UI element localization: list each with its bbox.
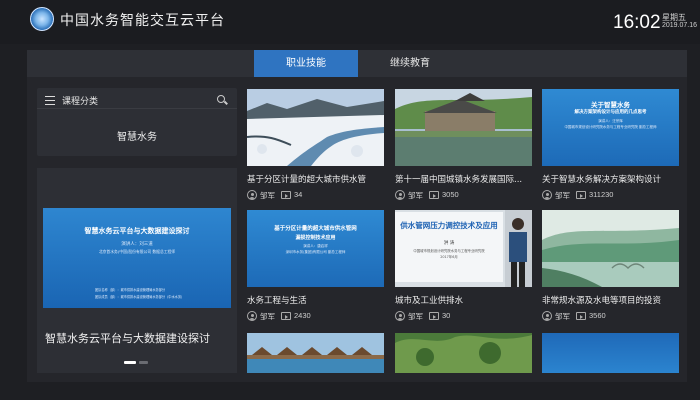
course-category-box: 课程分类 智慧水务 [37, 88, 237, 156]
course-title: 第十一届中国城镇水务发展国际... [395, 175, 523, 185]
slide-org: 中国城市规划设计研究院水务与工程专业研究院 副总工程师 [564, 125, 657, 129]
user-icon [247, 190, 257, 200]
view-count: 3560 [589, 311, 606, 320]
featured-slide-presenter: 演讲人：刘三道 [121, 242, 153, 247]
course-meta: 邹军 3050 [395, 190, 532, 202]
slide-subtitle: 漏损控制技术应用 [295, 235, 336, 241]
main-panel: 职业技能 继续教育 课程分类 智慧水务 智慧水务云平台与大数据建设探讨 演讲人：… [27, 50, 687, 382]
view-count: 3050 [442, 190, 459, 199]
clock-time: 16:02 [613, 12, 661, 33]
course-card[interactable] [542, 333, 679, 373]
course-meta: 邹军 2430 [247, 311, 384, 323]
carousel-dot-active[interactable] [124, 361, 136, 364]
course-title: 水务工程与生活 [247, 296, 307, 306]
slide-year: 2017年6月 [440, 255, 458, 259]
slide-title: 关于智慧水务 [591, 101, 630, 109]
course-meta: 邹军 34 [247, 190, 384, 202]
slide-presenter: 洪 涛 [443, 241, 455, 246]
course-card[interactable] [395, 333, 532, 373]
featured-slide-note: 团队名称（部）：城市供排水建设管理局水务部分 [95, 288, 166, 292]
carousel-dot[interactable] [139, 361, 148, 364]
course-card[interactable]: 第十一届中国城镇水务发展国际... 邹军 3050 [395, 89, 532, 207]
user-icon [542, 311, 552, 321]
course-card[interactable]: 基于分区计量的超大城市供水管 邹军 34 [247, 89, 384, 207]
course-card[interactable] [247, 333, 384, 373]
play-count-icon [576, 191, 586, 199]
course-thumbnail[interactable] [542, 210, 679, 287]
course-thumbnail[interactable] [247, 89, 384, 166]
course-meta: 邹军 30 [395, 311, 532, 323]
course-card[interactable]: 基于分区计量的超大城市供水管网 漏损控制技术应用 演讲人：唐启祥 深圳市水务(集… [247, 210, 384, 328]
course-title: 城市及工业供排水 [395, 296, 464, 306]
course-thumbnail[interactable] [542, 333, 679, 373]
category-header: 课程分类 [62, 97, 99, 107]
slide-presenter: 演讲人：汪宗辉 [598, 119, 623, 123]
menu-icon[interactable] [45, 96, 55, 105]
divider [37, 108, 237, 109]
slide-title: 基于分区计量的超大城市供水管网 [274, 226, 357, 232]
category-item-smart-water[interactable]: 智慧水务 [37, 128, 237, 143]
course-thumbnail[interactable]: 供水管网压力调控技术及应用 洪 涛 中国城市规划设计研究院水务与工程专业研究院 … [395, 210, 532, 287]
course-meta: 邹军 311230 [542, 190, 679, 202]
course-thumbnail[interactable] [247, 333, 384, 373]
slide-presenter: 演讲人：唐启祥 [303, 244, 328, 248]
play-count-icon [576, 312, 586, 320]
course-author: 邹军 [408, 191, 423, 200]
course-author: 邹军 [408, 312, 423, 321]
course-author: 邹军 [555, 312, 570, 321]
top-bar: 中国水务智能交互云平台 16:02 星期五 2019.07.16 [0, 0, 700, 44]
course-title: 关于智慧水务解决方案架构设计 [542, 175, 662, 185]
featured-caption: 智慧水务云平台与大数据建设探讨 [45, 332, 210, 345]
featured-course[interactable]: 智慧水务云平台与大数据建设探讨 演讲人：刘三道 北京首水务(中国)股份有限公司 … [37, 168, 237, 373]
play-count-icon [429, 312, 439, 320]
tab-bar: 职业技能 继续教育 [27, 50, 687, 77]
course-title: 基于分区计量的超大城市供水管 [247, 175, 367, 185]
view-count: 2430 [294, 311, 311, 320]
course-card[interactable]: 非常规水源及水电等项目的投资 邹军 3560 [542, 210, 679, 328]
app-title: 中国水务智能交互云平台 [60, 13, 225, 29]
tab-continuing-education[interactable]: 继续教育 [358, 50, 462, 77]
course-card[interactable]: 供水管网压力调控技术及应用 洪 涛 中国城市规划设计研究院水务与工程专业研究院 … [395, 210, 532, 328]
slide-org: 中国城市规划设计研究院水务与工程专业研究院 [413, 249, 485, 253]
course-author: 邹军 [555, 191, 570, 200]
course-thumbnail[interactable] [395, 89, 532, 166]
featured-slide-thumbnail[interactable]: 智慧水务云平台与大数据建设探讨 演讲人：刘三道 北京首水务(中国)股份有限公司 … [43, 208, 231, 308]
course-title: 非常规水源及水电等项目的投资 [542, 296, 662, 306]
course-author: 邹军 [260, 191, 275, 200]
course-thumbnail[interactable] [395, 333, 532, 373]
course-author: 邹军 [260, 312, 275, 321]
course-card[interactable]: 关于智慧水务 解决方案架构设计与应用的几点思考 演讲人：汪宗辉 中国城市规划设计… [542, 89, 679, 207]
user-icon [542, 190, 552, 200]
search-icon[interactable] [217, 95, 225, 103]
view-count: 34 [294, 190, 303, 199]
play-count-icon [281, 312, 291, 320]
user-icon [395, 190, 405, 200]
course-thumbnail[interactable]: 关于智慧水务 解决方案架构设计与应用的几点思考 演讲人：汪宗辉 中国城市规划设计… [542, 89, 679, 166]
date: 2019.07.16 [662, 22, 698, 29]
featured-slide-title: 智慧水务云平台与大数据建设探讨 [84, 226, 190, 235]
slide-subtitle: 解决方案架构设计与应用的几点思考 [574, 110, 647, 115]
platform-logo-icon [30, 7, 54, 31]
course-thumbnail[interactable]: 基于分区计量的超大城市供水管网 漏损控制技术应用 演讲人：唐启祥 深圳市水务(集… [247, 210, 384, 287]
featured-slide-org: 北京首水务(中国)股份有限公司 数据总工程师 [98, 249, 176, 254]
slide-title: 供水管网压力调控技术及应用 [400, 221, 498, 230]
play-count-icon [281, 191, 291, 199]
user-icon [247, 311, 257, 321]
user-icon [395, 311, 405, 321]
play-count-icon [429, 191, 439, 199]
view-count: 311230 [589, 190, 614, 199]
slide-org: 深圳市水务(集团)有限公司 副总工程师 [285, 250, 346, 254]
tab-vocational-skills[interactable]: 职业技能 [254, 50, 358, 77]
featured-slide-note: 团队成员（部）：城市供排水建设管理局水务部分（中水水务） [95, 295, 185, 299]
view-count: 30 [442, 311, 451, 320]
course-meta: 邹军 3560 [542, 311, 679, 323]
